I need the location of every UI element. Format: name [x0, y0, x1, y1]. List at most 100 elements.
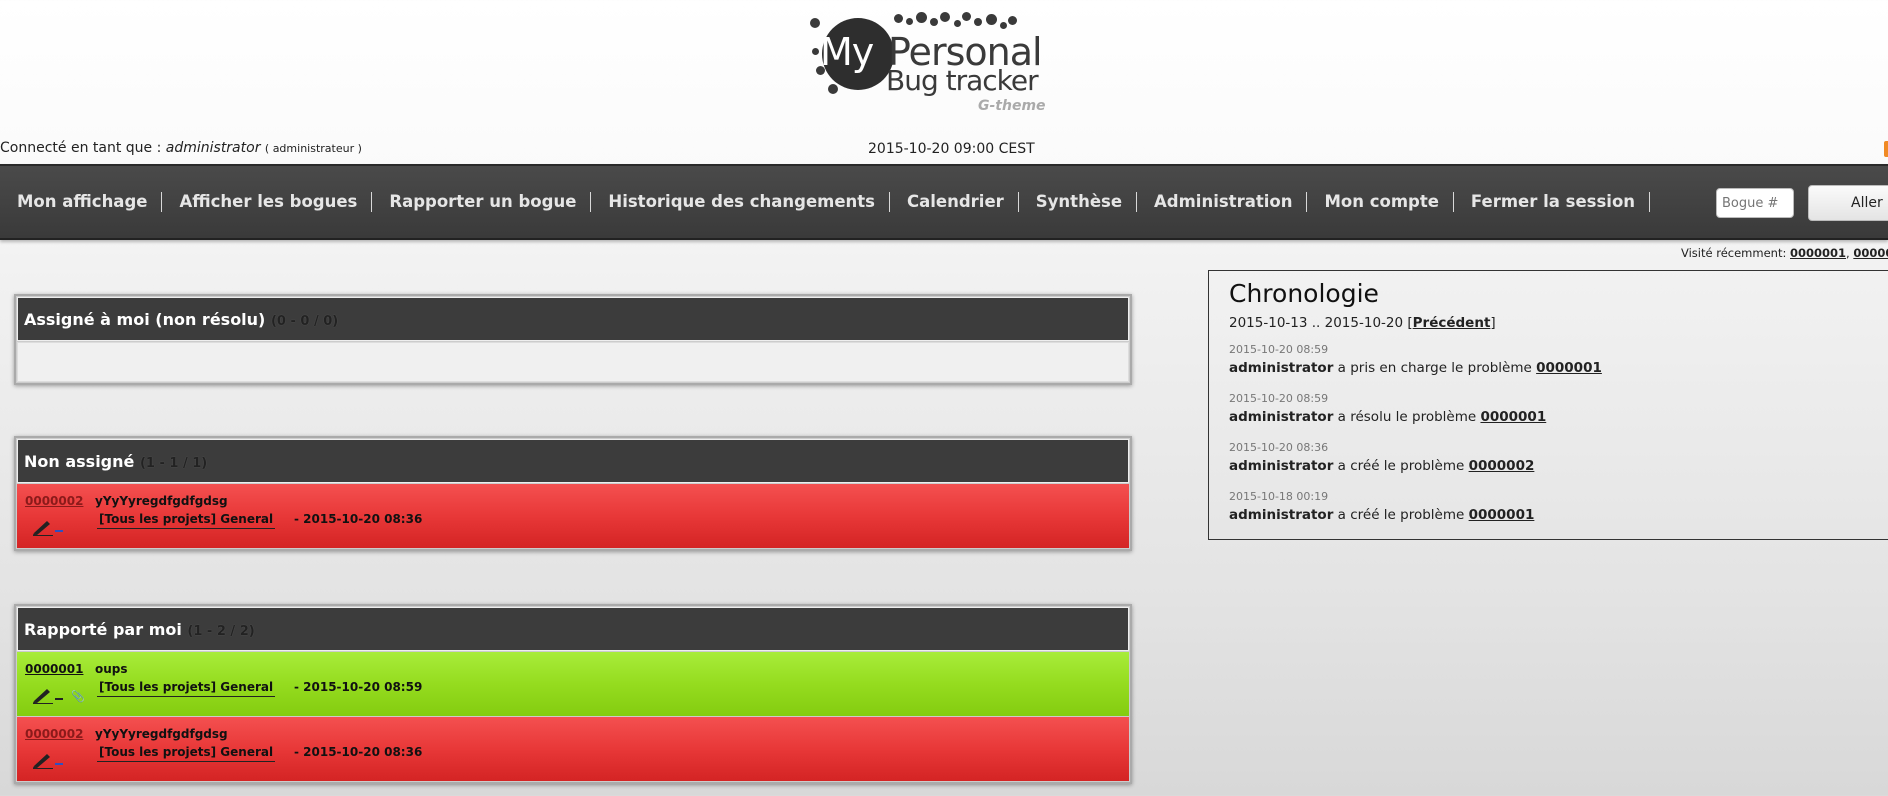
nav-item-summary[interactable]: Synthèse: [1019, 192, 1138, 212]
edit-pencil-icon[interactable]: [31, 518, 55, 536]
event-timestamp: 2015-10-18 00:19: [1229, 490, 1329, 503]
box-title[interactable]: Assigné à moi (non résolu): [24, 310, 265, 329]
recent-issue-link[interactable]: 0000002: [1853, 246, 1888, 260]
main-nav: Mon affichage Afficher les bogues Rappor…: [0, 164, 1888, 240]
login-username[interactable]: administrator: [166, 140, 261, 156]
logo-dot: [930, 18, 938, 26]
app-logo[interactable]: My Personal Bug tracker G-theme: [808, 12, 1068, 116]
issue-project: [Tous les projets] General: [97, 745, 276, 762]
timeline-event: 2015-10-20 08:59 administrator a pris en…: [1229, 343, 1602, 376]
logo-dot: [962, 12, 971, 21]
timeline-title: Chronologie: [1229, 279, 1379, 308]
issue-summary: yYyYyregdfgdfgdsg: [95, 727, 228, 741]
issue-date: - 2015-10-20 08:36: [294, 512, 423, 526]
box-count: (0 - 0 / 0): [270, 314, 339, 329]
event-text: administrator a pris en charge le problè…: [1229, 360, 1602, 376]
nav-item-report-issue[interactable]: Rapporter un bogue: [372, 192, 592, 212]
nav-item-administration[interactable]: Administration: [1137, 192, 1308, 212]
edit-underline: [55, 763, 63, 765]
reported-by-me-box: Rapporté par moi (1 - 2 / 2) 0000001 oup…: [14, 604, 1132, 784]
edit-underline: [55, 530, 63, 532]
server-time: 2015-10-20 09:00 CEST: [868, 141, 1035, 157]
unassigned-box: Non assigné (1 - 1 / 1) 0000002 yYyYyreg…: [14, 436, 1132, 551]
box-count: (1 - 2 / 2): [187, 624, 255, 639]
event-issue-link[interactable]: 0000001: [1480, 409, 1546, 425]
issue-summary: oups: [95, 662, 128, 676]
event-timestamp: 2015-10-20 08:36: [1229, 441, 1329, 454]
nav-item-my-view[interactable]: Mon affichage: [0, 192, 163, 212]
event-timestamp: 2015-10-20 08:59: [1229, 343, 1329, 356]
event-issue-link[interactable]: 0000001: [1536, 360, 1602, 376]
nav-item-my-account[interactable]: Mon compte: [1307, 192, 1454, 212]
event-timestamp: 2015-10-20 08:59: [1229, 392, 1329, 405]
event-user: administrator: [1229, 458, 1334, 474]
nav-item-calendar[interactable]: Calendrier: [890, 192, 1019, 212]
logo-dot: [810, 18, 820, 28]
logo-dot: [986, 14, 997, 25]
event-issue-link[interactable]: 0000002: [1469, 458, 1535, 474]
timeline-event: 2015-10-20 08:59 administrator a résolu …: [1229, 392, 1546, 425]
nav-item-view-issues[interactable]: Afficher les bogues: [162, 192, 373, 212]
issue-date: - 2015-10-20 08:59: [294, 680, 423, 694]
issue-id-link[interactable]: 0000002: [25, 494, 83, 508]
bug-number-input[interactable]: [1716, 188, 1794, 218]
issue-date: - 2015-10-20 08:36: [294, 745, 423, 759]
timeline-event: 2015-10-18 00:19 administrator a créé le…: [1229, 490, 1534, 523]
attachment-icon[interactable]: 📎: [71, 690, 85, 703]
nav-item-changelog[interactable]: Historique des changements: [591, 192, 891, 212]
issue-project: [Tous les projets] General: [97, 680, 276, 697]
box-title[interactable]: Rapporté par moi: [24, 620, 182, 639]
logo-dot: [828, 84, 838, 94]
issue-row: 0000002 yYyYyregdfgdfgdsg [Tous les proj…: [17, 717, 1129, 781]
go-button[interactable]: Aller: [1808, 185, 1888, 221]
box-header: Non assigné (1 - 1 / 1): [17, 439, 1129, 483]
logo-dot: [940, 12, 950, 22]
nav-item-logout[interactable]: Fermer la session: [1454, 192, 1651, 212]
timeline-range-close: ]: [1490, 315, 1496, 331]
event-user: administrator: [1229, 409, 1334, 425]
issue-id-link[interactable]: 0000002: [25, 727, 83, 741]
box-count: (1 - 1 / 1): [139, 456, 208, 471]
logo-dot: [974, 18, 982, 26]
event-action: a créé le problème: [1333, 458, 1469, 474]
issue-summary: yYyYyregdfgdfgdsg: [95, 494, 228, 508]
edit-pencil-icon[interactable]: [31, 686, 55, 704]
edit-pencil-icon[interactable]: [31, 751, 55, 769]
timeline-range: 2015-10-13 .. 2015-10-20 [Précédent]: [1229, 315, 1496, 331]
login-role: ( administrateur ): [264, 142, 362, 155]
event-user: administrator: [1229, 360, 1334, 376]
logo-dot: [1000, 22, 1007, 29]
issue-row: 0000001 oups [Tous les projets] General …: [17, 652, 1129, 716]
logo-text-bug-tracker: Bug tracker: [886, 64, 1039, 97]
logo-text-my: My: [820, 30, 874, 74]
event-user: administrator: [1229, 507, 1334, 523]
login-info: Connecté en tant que : administrator ( a…: [0, 140, 362, 156]
edit-underline: [55, 698, 63, 700]
logo-theme-label: G-theme: [978, 98, 1046, 114]
event-text: administrator a créé le problème 0000001: [1229, 507, 1534, 523]
event-action: a créé le problème: [1333, 507, 1469, 523]
timeline-previous-link[interactable]: Précédent: [1413, 315, 1491, 331]
recently-visited: Visité récemment: 0000001, 0000002: [1681, 246, 1888, 260]
issue-project: [Tous les projets] General: [97, 512, 276, 529]
rss-icon[interactable]: [1884, 141, 1888, 157]
empty-list: [17, 342, 1129, 382]
box-header: Assigné à moi (non résolu) (0 - 0 / 0): [17, 297, 1129, 341]
assigned-to-me-box: Assigné à moi (non résolu) (0 - 0 / 0): [14, 294, 1132, 385]
logo-dot: [916, 12, 927, 23]
box-title[interactable]: Non assigné: [24, 452, 134, 471]
issue-row: 0000002 yYyYyregdfgdfgdsg [Tous les proj…: [17, 484, 1129, 548]
timeline-panel: Chronologie 2015-10-13 .. 2015-10-20 [Pr…: [1208, 270, 1888, 540]
event-text: administrator a résolu le problème 00000…: [1229, 409, 1546, 425]
login-prefix: Connecté en tant que :: [0, 140, 162, 156]
issue-id-link[interactable]: 0000001: [25, 662, 83, 676]
event-issue-link[interactable]: 0000001: [1469, 507, 1535, 523]
logo-dot: [906, 18, 913, 25]
event-action: a résolu le problème: [1333, 409, 1481, 425]
timeline-range-text: 2015-10-13 .. 2015-10-20 [: [1229, 315, 1413, 331]
logo-dot: [1008, 16, 1017, 25]
timeline-event: 2015-10-20 08:36 administrator a créé le…: [1229, 441, 1534, 474]
box-header: Rapporté par moi (1 - 2 / 2): [17, 607, 1129, 651]
recent-issue-link[interactable]: 0000001: [1790, 246, 1846, 260]
logo-dot: [812, 48, 819, 55]
